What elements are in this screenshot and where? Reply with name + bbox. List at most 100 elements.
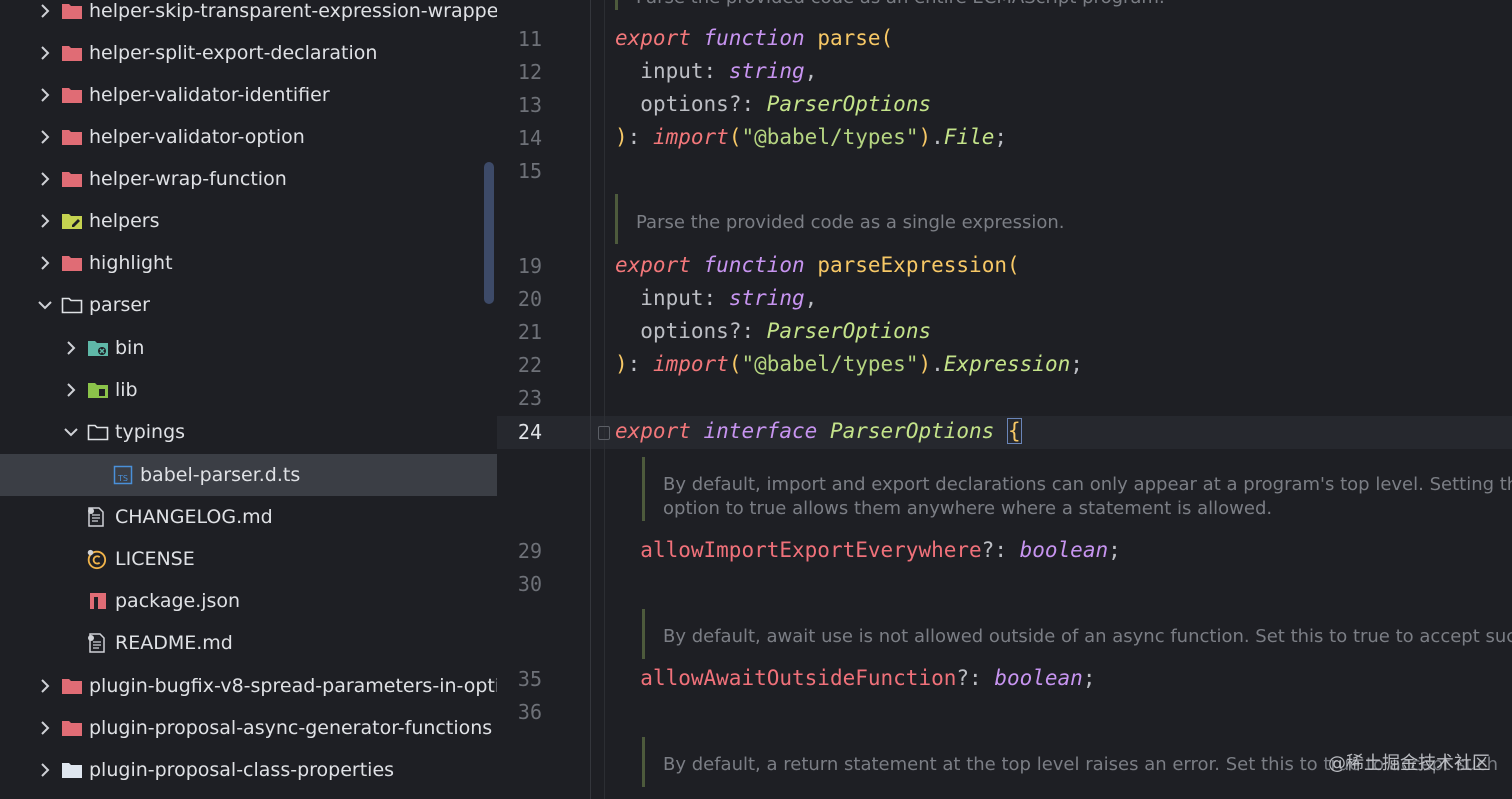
chevron-right-icon[interactable] xyxy=(63,382,79,398)
tree-item-helper-split-export-declaration[interactable]: helper-split-export-declaration xyxy=(0,32,497,74)
type-boolean: boolean xyxy=(994,666,1083,690)
line-number: 12 xyxy=(517,60,542,84)
doc-comment-text: By default, import and export declaratio… xyxy=(663,474,1512,495)
tree-item-helper-wrap-function[interactable]: helper-wrap-function xyxy=(0,158,497,200)
keyword-export: export xyxy=(615,253,691,277)
chevron-right-icon[interactable] xyxy=(37,678,53,694)
tree-item-readme[interactable]: README.md xyxy=(0,622,497,664)
typescript-file-icon: TS xyxy=(112,465,134,485)
tree-item-plugin-bugfix-v8-spread-parameters[interactable]: plugin-bugfix-v8-spread-parameters-in-op… xyxy=(0,665,497,707)
tree-item-highlight[interactable]: highlight xyxy=(0,242,497,284)
code-line-24: export interface ParserOptions { xyxy=(615,415,1022,448)
folder-icon xyxy=(61,677,83,695)
chevron-right-icon[interactable] xyxy=(37,762,53,778)
tree-item-label: CHANGELOG.md xyxy=(115,506,273,528)
code-line-35: allowAwaitOutsideFunction?: boolean; xyxy=(640,666,1096,690)
readme-file-icon xyxy=(85,633,107,653)
chevron-right-icon[interactable] xyxy=(37,87,53,103)
chevron-right-icon[interactable] xyxy=(37,3,53,19)
folder-icon xyxy=(61,2,83,20)
doc-comment-parse-expression: Parse the provided code as a single expr… xyxy=(615,194,1065,244)
watermark: @稀土掘金技术社区 xyxy=(1328,753,1490,774)
doc-comment-text: Parse the provided code as an entire ECM… xyxy=(636,0,1165,8)
keyword-function: function xyxy=(703,26,805,50)
tree-item-label: helper-validator-identifier xyxy=(89,84,330,106)
param-input: input xyxy=(640,286,704,310)
line-number: 19 xyxy=(517,254,542,278)
tree-item-helpers[interactable]: helpers xyxy=(0,200,497,242)
chevron-right-icon[interactable] xyxy=(37,171,53,187)
string-babel-types: "@babel/types" xyxy=(741,352,919,376)
tree-item-helper-validator-identifier[interactable]: helper-validator-identifier xyxy=(0,74,497,116)
code-line-19: export function parseExpression( xyxy=(615,253,1020,277)
type-parser-options: ParserOptions xyxy=(766,92,932,116)
tree-item-label: lib xyxy=(115,379,138,401)
tree-item-typings[interactable]: typings xyxy=(0,411,497,453)
tree-item-label: README.md xyxy=(115,632,233,654)
folder-open-icon xyxy=(87,423,109,441)
tree-item-package-json[interactable]: package.json xyxy=(0,580,497,622)
tree-item-bin[interactable]: bin xyxy=(0,327,497,369)
keyword-interface: interface xyxy=(703,419,818,443)
tree-item-label: typings xyxy=(115,421,186,443)
tree-item-label: highlight xyxy=(89,252,173,274)
line-number-current: 24 xyxy=(517,420,542,444)
line-number: 13 xyxy=(517,93,542,117)
tree-item-helper-validator-option[interactable]: helper-validator-option xyxy=(0,116,497,158)
fold-marker-icon[interactable] xyxy=(598,426,610,440)
tree-item-helper-skip-transparent-expression-wrappers[interactable]: helper-skip-transparent-expression-wrapp… xyxy=(0,0,497,32)
chevron-right-icon[interactable] xyxy=(37,213,53,229)
doc-comment-text: Parse the provided code as a single expr… xyxy=(636,212,1065,233)
gutter-divider xyxy=(590,0,591,799)
keyword-import: import xyxy=(652,125,729,149)
property-name: allowAwaitOutsideFunction xyxy=(640,666,957,690)
tree-item-label: helper-wrap-function xyxy=(89,168,287,190)
chevron-down-icon[interactable] xyxy=(63,424,79,440)
tree-item-label: helpers xyxy=(89,210,160,232)
param-options: options xyxy=(640,92,729,116)
function-name: parseExpression xyxy=(817,253,1007,277)
tree-item-label: bin xyxy=(115,337,145,359)
code-line-12: input: string, xyxy=(640,59,818,83)
doc-comment-await: By default, await use is not allowed out… xyxy=(642,609,1512,659)
property-name: allowImportExportEverywhere xyxy=(640,538,982,562)
tree-item-plugin-proposal-class-properties[interactable]: plugin-proposal-class-properties xyxy=(0,749,497,791)
chevron-right-icon[interactable] xyxy=(37,720,53,736)
interface-name: ParserOptions xyxy=(829,419,995,443)
chevron-right-icon[interactable] xyxy=(37,45,53,61)
chevron-right-icon[interactable] xyxy=(37,129,53,145)
folder-icon xyxy=(61,719,83,737)
tree-item-label: babel-parser.d.ts xyxy=(140,464,301,486)
line-number: 35 xyxy=(517,667,542,691)
tree-item-plugin-proposal-async-generator-functions[interactable]: plugin-proposal-async-generator-function… xyxy=(0,707,497,749)
tree-item-label: helper-skip-transparent-expression-wrapp… xyxy=(89,0,497,22)
line-number: 11 xyxy=(517,27,542,51)
type-parser-options: ParserOptions xyxy=(766,319,932,343)
chevron-down-icon[interactable] xyxy=(37,297,53,313)
code-line-11: export function parse( xyxy=(615,26,894,50)
code-line-13: options?: ParserOptions xyxy=(640,92,932,116)
type-boolean: boolean xyxy=(1019,538,1109,562)
line-number: 20 xyxy=(517,287,542,311)
tree-item-label: helper-split-export-declaration xyxy=(89,42,378,64)
folder-helpers-icon xyxy=(61,212,83,230)
tree-item-parser[interactable]: parser xyxy=(0,284,497,326)
folder-icon xyxy=(61,254,83,272)
chevron-right-icon[interactable] xyxy=(63,340,79,356)
line-number: 15 xyxy=(517,159,542,183)
tree-item-license[interactable]: LICENSE xyxy=(0,538,497,580)
tree-item-lib[interactable]: lib xyxy=(0,369,497,411)
line-number: 23 xyxy=(517,386,542,410)
folder-lib-icon xyxy=(87,381,109,399)
param-options: options xyxy=(640,319,729,343)
license-file-icon xyxy=(85,549,107,570)
folder-icon xyxy=(61,761,83,779)
tree-item-changelog[interactable]: CHANGELOG.md xyxy=(0,496,497,538)
line-number: 22 xyxy=(517,353,542,377)
tree-item-babel-parser-d-ts[interactable]: TS babel-parser.d.ts xyxy=(0,454,497,496)
code-line-20: input: string, xyxy=(640,286,818,310)
chevron-right-icon[interactable] xyxy=(37,255,53,271)
code-editor[interactable]: Parse the provided code as an entire ECM… xyxy=(497,0,1512,799)
sidebar-scrollbar[interactable] xyxy=(484,162,494,304)
tree-item-label: plugin-bugfix-v8-spread-parameters-in-op… xyxy=(89,675,497,697)
